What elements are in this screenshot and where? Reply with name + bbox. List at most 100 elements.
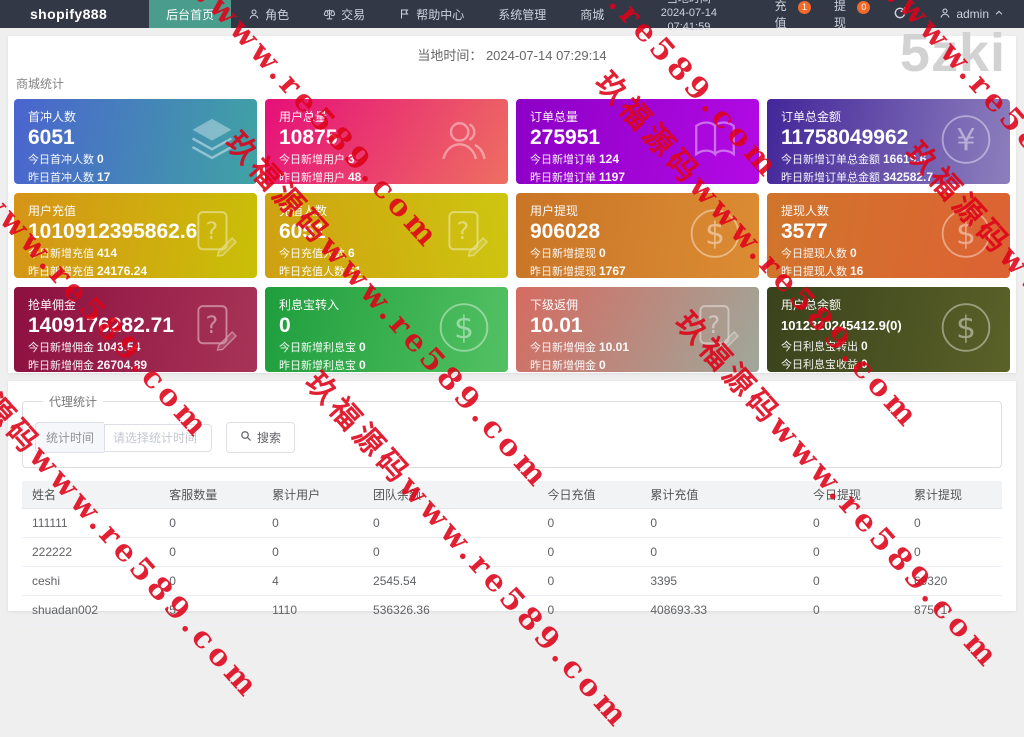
table-row: shuadan002 5 1110 536326.36 0 408693.33 0 87571 [22, 595, 1002, 625]
table-header-cell: 团队余额 [363, 481, 538, 509]
nav-item-label: 角色 [265, 7, 290, 22]
stat-card-8: 抢单佣金 1409176282.71 今日新增佣金 1043.54 昨日新增佣金 2670… [14, 287, 257, 372]
nav-item-3[interactable]: 帮助中心 [382, 0, 481, 28]
stat-card-0: 首冲人数 6051 今日首冲人数 0 昨日首冲人数 17 [14, 99, 257, 184]
table-row: 222222 0 0 0 0 0 0 0 [22, 537, 1002, 567]
svg-text:?: ? [206, 217, 219, 245]
navbar-right: 当地时间 2024-07-14 07:41:59 充值 1 提现 0 adm [621, 0, 1024, 33]
table-cell: 0 [159, 566, 263, 596]
book-icon [687, 114, 743, 169]
table-cell: 0 [803, 595, 904, 625]
table-header-cell: 姓名 [22, 481, 160, 509]
table-cell: 0 [803, 566, 904, 596]
search-label: 搜索 [257, 431, 282, 445]
local-time-block: 当地时间 2024-07-14 07:41:59 [621, 0, 756, 35]
table-cell: 4 [262, 566, 364, 596]
user-icon [939, 7, 951, 22]
chevron-up-icon [994, 7, 1004, 21]
stat-card-1: 用户总量 10875 今日新增用户 3 昨日新增用户 48 [265, 99, 508, 184]
nav-item-label: 系统管理 [498, 7, 547, 22]
table-row: ceshi 0 4 2545.54 0 3395 0 69320 [22, 566, 1002, 596]
nav-item-5[interactable]: 商城 [563, 0, 621, 28]
table-cell: 408693.33 [640, 595, 804, 625]
table-cell: 0 [363, 508, 538, 538]
nav-item-2[interactable]: 交易 [306, 0, 382, 28]
table-cell: 0 [537, 595, 641, 625]
table-cell: 0 [262, 537, 364, 567]
table-header-cell: 客服数量 [159, 481, 263, 509]
stat-card-2: 订单总量 275951 今日新增订单 124 昨日新增订单 1197 [516, 99, 759, 184]
table-header-cell: 累计用户 [262, 481, 364, 509]
table-header-cell: 今日充值 [537, 481, 641, 509]
stat-card-7: 提现人数 3577 今日提现人数 0 昨日提现人数 16 $ [767, 193, 1010, 278]
withdraw-button[interactable]: 提现 0 [816, 0, 875, 30]
nav-item-label: 后台首页 [166, 7, 215, 22]
table-row: 111111 0 0 0 0 0 0 0 [22, 508, 1002, 538]
nav-item-0[interactable]: 后台首页 [149, 0, 232, 28]
table-cell: ceshi [22, 566, 160, 596]
table-cell: 0 [159, 508, 263, 538]
table-cell: 0 [262, 508, 364, 538]
agent-stats-legend: 代理统计 [49, 395, 98, 409]
edit-icon: ? [436, 206, 492, 265]
recharge-button[interactable]: 充值 1 [757, 0, 816, 30]
refresh-icon [893, 6, 907, 23]
table-cell: 0 [537, 566, 641, 596]
table-cell: 0 [903, 508, 1002, 538]
users-icon [436, 113, 492, 170]
filter-row: 统计时间 搜索 [35, 422, 989, 453]
search-icon [240, 430, 252, 445]
dollar-icon: $ [938, 205, 994, 266]
admin-menu[interactable]: admin [925, 7, 1024, 22]
table-cell: 0 [363, 537, 538, 567]
svg-text:?: ? [206, 311, 219, 339]
svg-text:?: ? [457, 217, 470, 245]
svg-text:?: ? [708, 311, 721, 339]
flag-icon [399, 8, 411, 20]
top-navbar: shopify888 后台首页 角色 交易 帮助中心 系统管理 商城 当地时间 2024-… [0, 0, 1024, 33]
dollar-icon: $ [687, 205, 743, 266]
agent-table-header-row: 姓名 客服数量 累计用户 团队余额 今日充值 累计充值 今日提现 累计提现 [22, 481, 1002, 509]
table-cell: 0 [640, 508, 804, 538]
table-cell: 1110 [262, 595, 364, 625]
stat-card-4: 用户充值 1010912395862.6 今日新增充值 414 昨日新增充值 24176.… [14, 193, 257, 278]
brand-watermark: 5zki [899, 23, 1006, 83]
stat-time-input[interactable] [104, 423, 213, 452]
app-logo: shopify888 [30, 6, 108, 22]
svg-text:¥: ¥ [956, 123, 975, 158]
agent-stats-panel: 代理统计 统计时间 搜索 姓名客服数量累计用户团队余额今日充值累计充值今日提现累… [8, 381, 1016, 625]
table-cell: 222222 [22, 537, 160, 567]
admin-username: admin [956, 7, 989, 21]
page-local-time-label: 当地时间： [417, 48, 483, 63]
search-button[interactable]: 搜索 [226, 422, 296, 453]
layers-icon [183, 113, 241, 170]
refresh-button[interactable] [875, 0, 925, 28]
table-cell: 69320 [903, 566, 1002, 596]
svg-text:$: $ [454, 310, 474, 346]
table-cell: 0 [537, 508, 641, 538]
stat-card-10: 下级返佣 10.01 今日新增佣金 10.01 昨日新增佣金 0? [516, 287, 759, 372]
page-local-time: 当地时间： 2024-07-14 07:29:14 [8, 36, 1016, 64]
withdraw-label: 提现 [833, 0, 846, 30]
table-cell: 2545.54 [363, 566, 538, 596]
stat-time-label: 统计时间 [35, 422, 105, 453]
stat-card-subline: 昨日新增佣金 26704.89 [28, 358, 148, 372]
table-cell: 111111 [22, 508, 160, 538]
stat-card-3: 订单总金额 11758049962 今日新增订单总金额 16619.6 昨日新增订单总金… [767, 99, 1010, 184]
table-cell: 0 [159, 537, 263, 567]
nav-item-1[interactable]: 角色 [231, 0, 306, 28]
stat-card-subline: 昨日新增用户 48 [279, 170, 362, 184]
svg-text:$: $ [705, 216, 725, 252]
dollar-icon: $ [436, 299, 492, 360]
yen-icon: ¥ [938, 111, 994, 172]
table-header-cell: 累计提现 [903, 481, 1002, 509]
scales-icon [323, 8, 336, 21]
local-time-value: 2024-07-14 07:41:59 [660, 7, 718, 33]
edit-icon: ? [687, 300, 743, 359]
table-cell: 0 [803, 508, 904, 538]
stat-card-subline: 昨日新增佣金 0 [530, 358, 606, 372]
nav-item-4[interactable]: 系统管理 [481, 0, 563, 28]
dollar-icon: $ [938, 299, 994, 360]
table-cell: 87571 [903, 595, 1002, 625]
nav-item-label: 帮助中心 [416, 7, 465, 22]
